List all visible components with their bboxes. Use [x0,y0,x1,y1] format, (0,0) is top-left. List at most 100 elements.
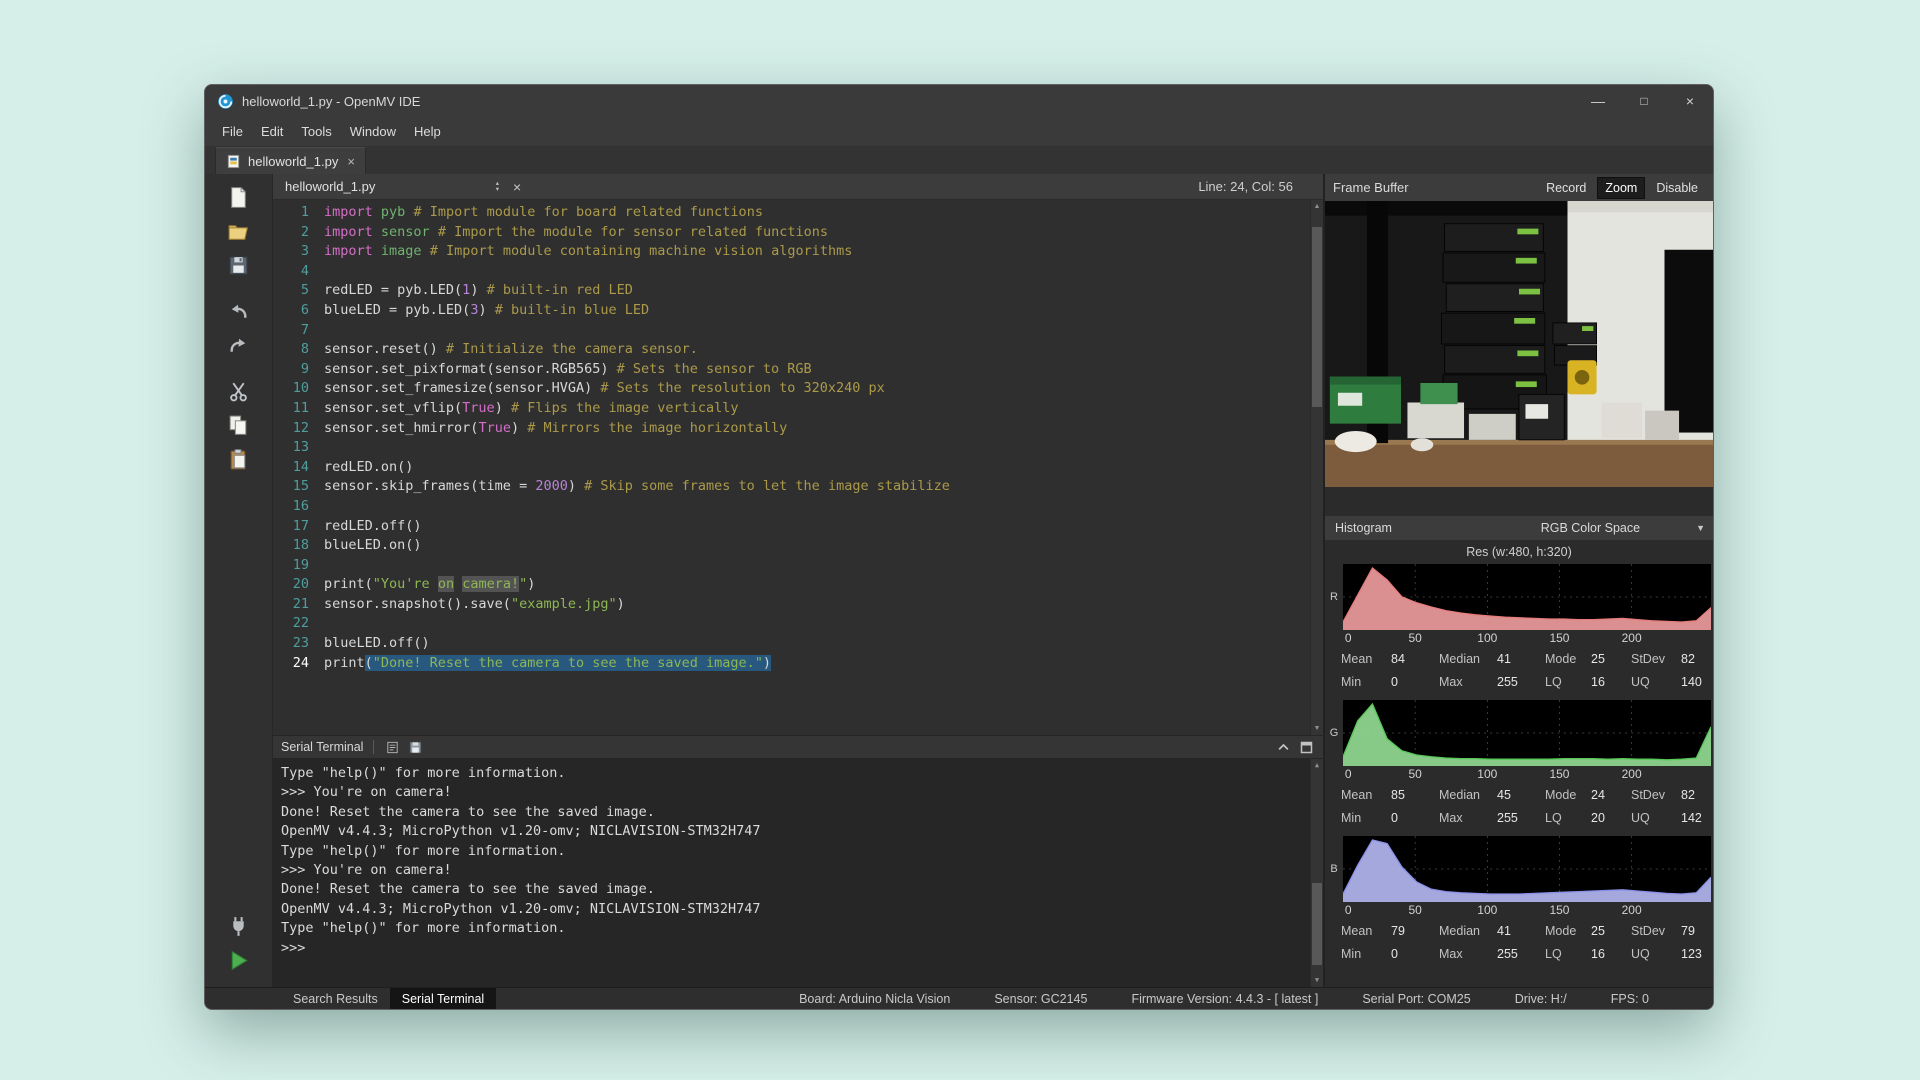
code-line[interactable]: 18blueLED.on() [273,536,1323,556]
code-line[interactable]: 9sensor.set_pixformat(sensor.RGB565) # S… [273,360,1323,380]
histogram-x-axis: 050100150200 [1343,630,1711,647]
code-line[interactable]: 4 [273,262,1323,282]
code-line[interactable]: 19 [273,556,1323,576]
code-line[interactable]: 20 print("You're on camera!") [273,575,1323,595]
terminal-scroll-track[interactable] [1311,772,1323,974]
cursor-position: Line: 24, Col: 56 [1198,179,1311,194]
line-number: 12 [273,419,309,439]
statusbar-tab-search-results[interactable]: Search Results [281,988,390,1009]
code-line[interactable]: 14redLED.on() [273,458,1323,478]
line-number: 10 [273,379,309,399]
terminal-line: Done! Reset the camera to see the saved … [281,880,1323,899]
scroll-up-icon[interactable]: ▲ [1315,759,1319,772]
x-tick-label: 150 [1549,631,1569,645]
scroll-down-icon[interactable]: ▼ [1314,722,1321,735]
code-line[interactable]: 8sensor.reset() # Initialize the camera … [273,340,1323,360]
paste-button[interactable] [221,442,257,476]
code-line[interactable]: 23blueLED.off() [273,634,1323,654]
status-bar: Search ResultsSerial Terminal Board: Ard… [205,987,1713,1009]
open-file-button[interactable] [221,214,257,248]
statusbar-tab-serial-terminal[interactable]: Serial Terminal [390,988,496,1009]
code-line[interactable]: 1import pyb # Import module for board re… [273,203,1323,223]
terminal-line: OpenMV v4.4.3; MicroPython v1.20-omv; NI… [281,822,1323,841]
document-spinner-icon[interactable]: ▴▾ [496,181,499,193]
tab-helloworld[interactable]: helloworld_1.py × [215,147,366,174]
scroll-down-icon[interactable]: ▼ [1315,974,1319,987]
cut-button[interactable] [221,374,257,408]
menu-item-help[interactable]: Help [405,120,450,143]
copy-button[interactable] [221,408,257,442]
code-line[interactable]: 15sensor.skip_frames(time = 2000) # Skip… [273,477,1323,497]
code-line[interactable]: 7 [273,321,1323,341]
menu-item-tools[interactable]: Tools [292,120,340,143]
histogram-stats-row: Min0Max255LQ16UQ140 [1325,670,1713,693]
menu-item-edit[interactable]: Edit [252,120,292,143]
histogram-x-axis: 050100150200 [1343,766,1711,783]
color-space-select[interactable]: RGB Color Space [1541,521,1640,535]
cut-icon [226,379,251,404]
scroll-up-icon[interactable]: ▲ [1314,200,1321,213]
menu-item-window[interactable]: Window [341,120,405,143]
code-line[interactable]: 17redLED.off() [273,517,1323,537]
frame-buffer-zoom-button[interactable]: Zoom [1597,177,1645,199]
close-button[interactable]: × [1667,85,1713,117]
line-text: redLED.off() [324,517,422,537]
frame-buffer-view[interactable] [1325,201,1713,487]
code-line[interactable]: 22 [273,614,1323,634]
code-line[interactable]: 21sensor.snapshot().save("example.jpg") [273,595,1323,615]
line-text: redLED = pyb.LED(1) # built-in red LED [324,281,633,301]
stat-uq: UQ123 [1631,947,1709,961]
code-line[interactable]: 13 [273,438,1323,458]
new-file-icon [226,185,251,210]
line-text: sensor.set_pixformat(sensor.RGB565) # Se… [324,360,812,380]
code-line[interactable]: 6blueLED = pyb.LED(3) # built-in blue LE… [273,301,1323,321]
collapse-terminal-icon[interactable] [1275,739,1292,756]
code-line[interactable]: 16 [273,497,1323,517]
undo-icon [226,299,251,324]
chevron-down-icon[interactable]: ▼ [1696,523,1705,533]
frame-buffer-disable-button[interactable]: Disable [1649,178,1705,198]
code-line[interactable]: 3import image # Import module containing… [273,242,1323,262]
fps-status: FPS: 0 [1611,992,1649,1006]
maximize-button[interactable]: □ [1621,85,1667,117]
code-line[interactable]: 24print("Done! Reset the camera to see t… [273,654,1323,674]
menu-item-file[interactable]: File [213,120,252,143]
tab-label: helloworld_1.py [248,154,338,169]
connect-button[interactable] [221,909,257,943]
new-file-button[interactable] [221,180,257,214]
code-line[interactable]: 12sensor.set_hmirror(True) # Mirrors the… [273,419,1323,439]
terminal-scrollbar[interactable]: ▲ ▼ [1310,759,1323,987]
code-editor[interactable]: 1import pyb # Import module for board re… [273,200,1323,735]
undo-button[interactable] [221,294,257,328]
editor-close-icon[interactable]: × [513,179,521,195]
editor-scroll-thumb[interactable] [1312,227,1322,407]
code-line[interactable]: 11sensor.set_vflip(True) # Flips the ima… [273,399,1323,419]
frame-buffer-record-button[interactable]: Record [1539,178,1593,198]
save-log-icon[interactable] [407,739,424,756]
code-line[interactable]: 2import sensor # Import the module for s… [273,223,1323,243]
editor-scroll-track[interactable] [1311,213,1323,722]
document-selector[interactable]: helloworld_1.py ▴▾ [285,179,513,194]
stat-median: Median45 [1439,788,1545,802]
save-file-button[interactable] [221,248,257,282]
stat-max: Max255 [1439,947,1545,961]
minimize-button[interactable]: — [1575,85,1621,117]
detach-terminal-icon[interactable] [1298,739,1315,756]
terminal-scroll-thumb[interactable] [1312,883,1322,965]
tab-close-icon[interactable]: × [345,154,355,169]
serial-terminal[interactable]: Type "help()" for more information.>>> Y… [273,759,1323,987]
redo-button[interactable] [221,328,257,362]
clear-terminal-icon[interactable] [384,739,401,756]
editor-scrollbar[interactable]: ▲ ▼ [1310,200,1323,735]
start-script-button[interactable] [221,943,257,977]
code-line[interactable]: 5redLED = pyb.LED(1) # built-in red LED [273,281,1323,301]
x-tick-label: 50 [1408,903,1421,917]
stat-stdev: StDev82 [1631,652,1709,666]
window-title: helloworld_1.py - OpenMV IDE [242,94,420,109]
histogram-title: Histogram [1335,521,1392,535]
frame-buffer-header: Frame Buffer RecordZoomDisable [1325,174,1713,201]
document-name: helloworld_1.py [285,179,496,194]
code-line[interactable]: 10sensor.set_framesize(sensor.HVGA) # Se… [273,379,1323,399]
line-text: print("You're on camera!") [324,575,535,595]
line-number: 20 [273,575,309,595]
